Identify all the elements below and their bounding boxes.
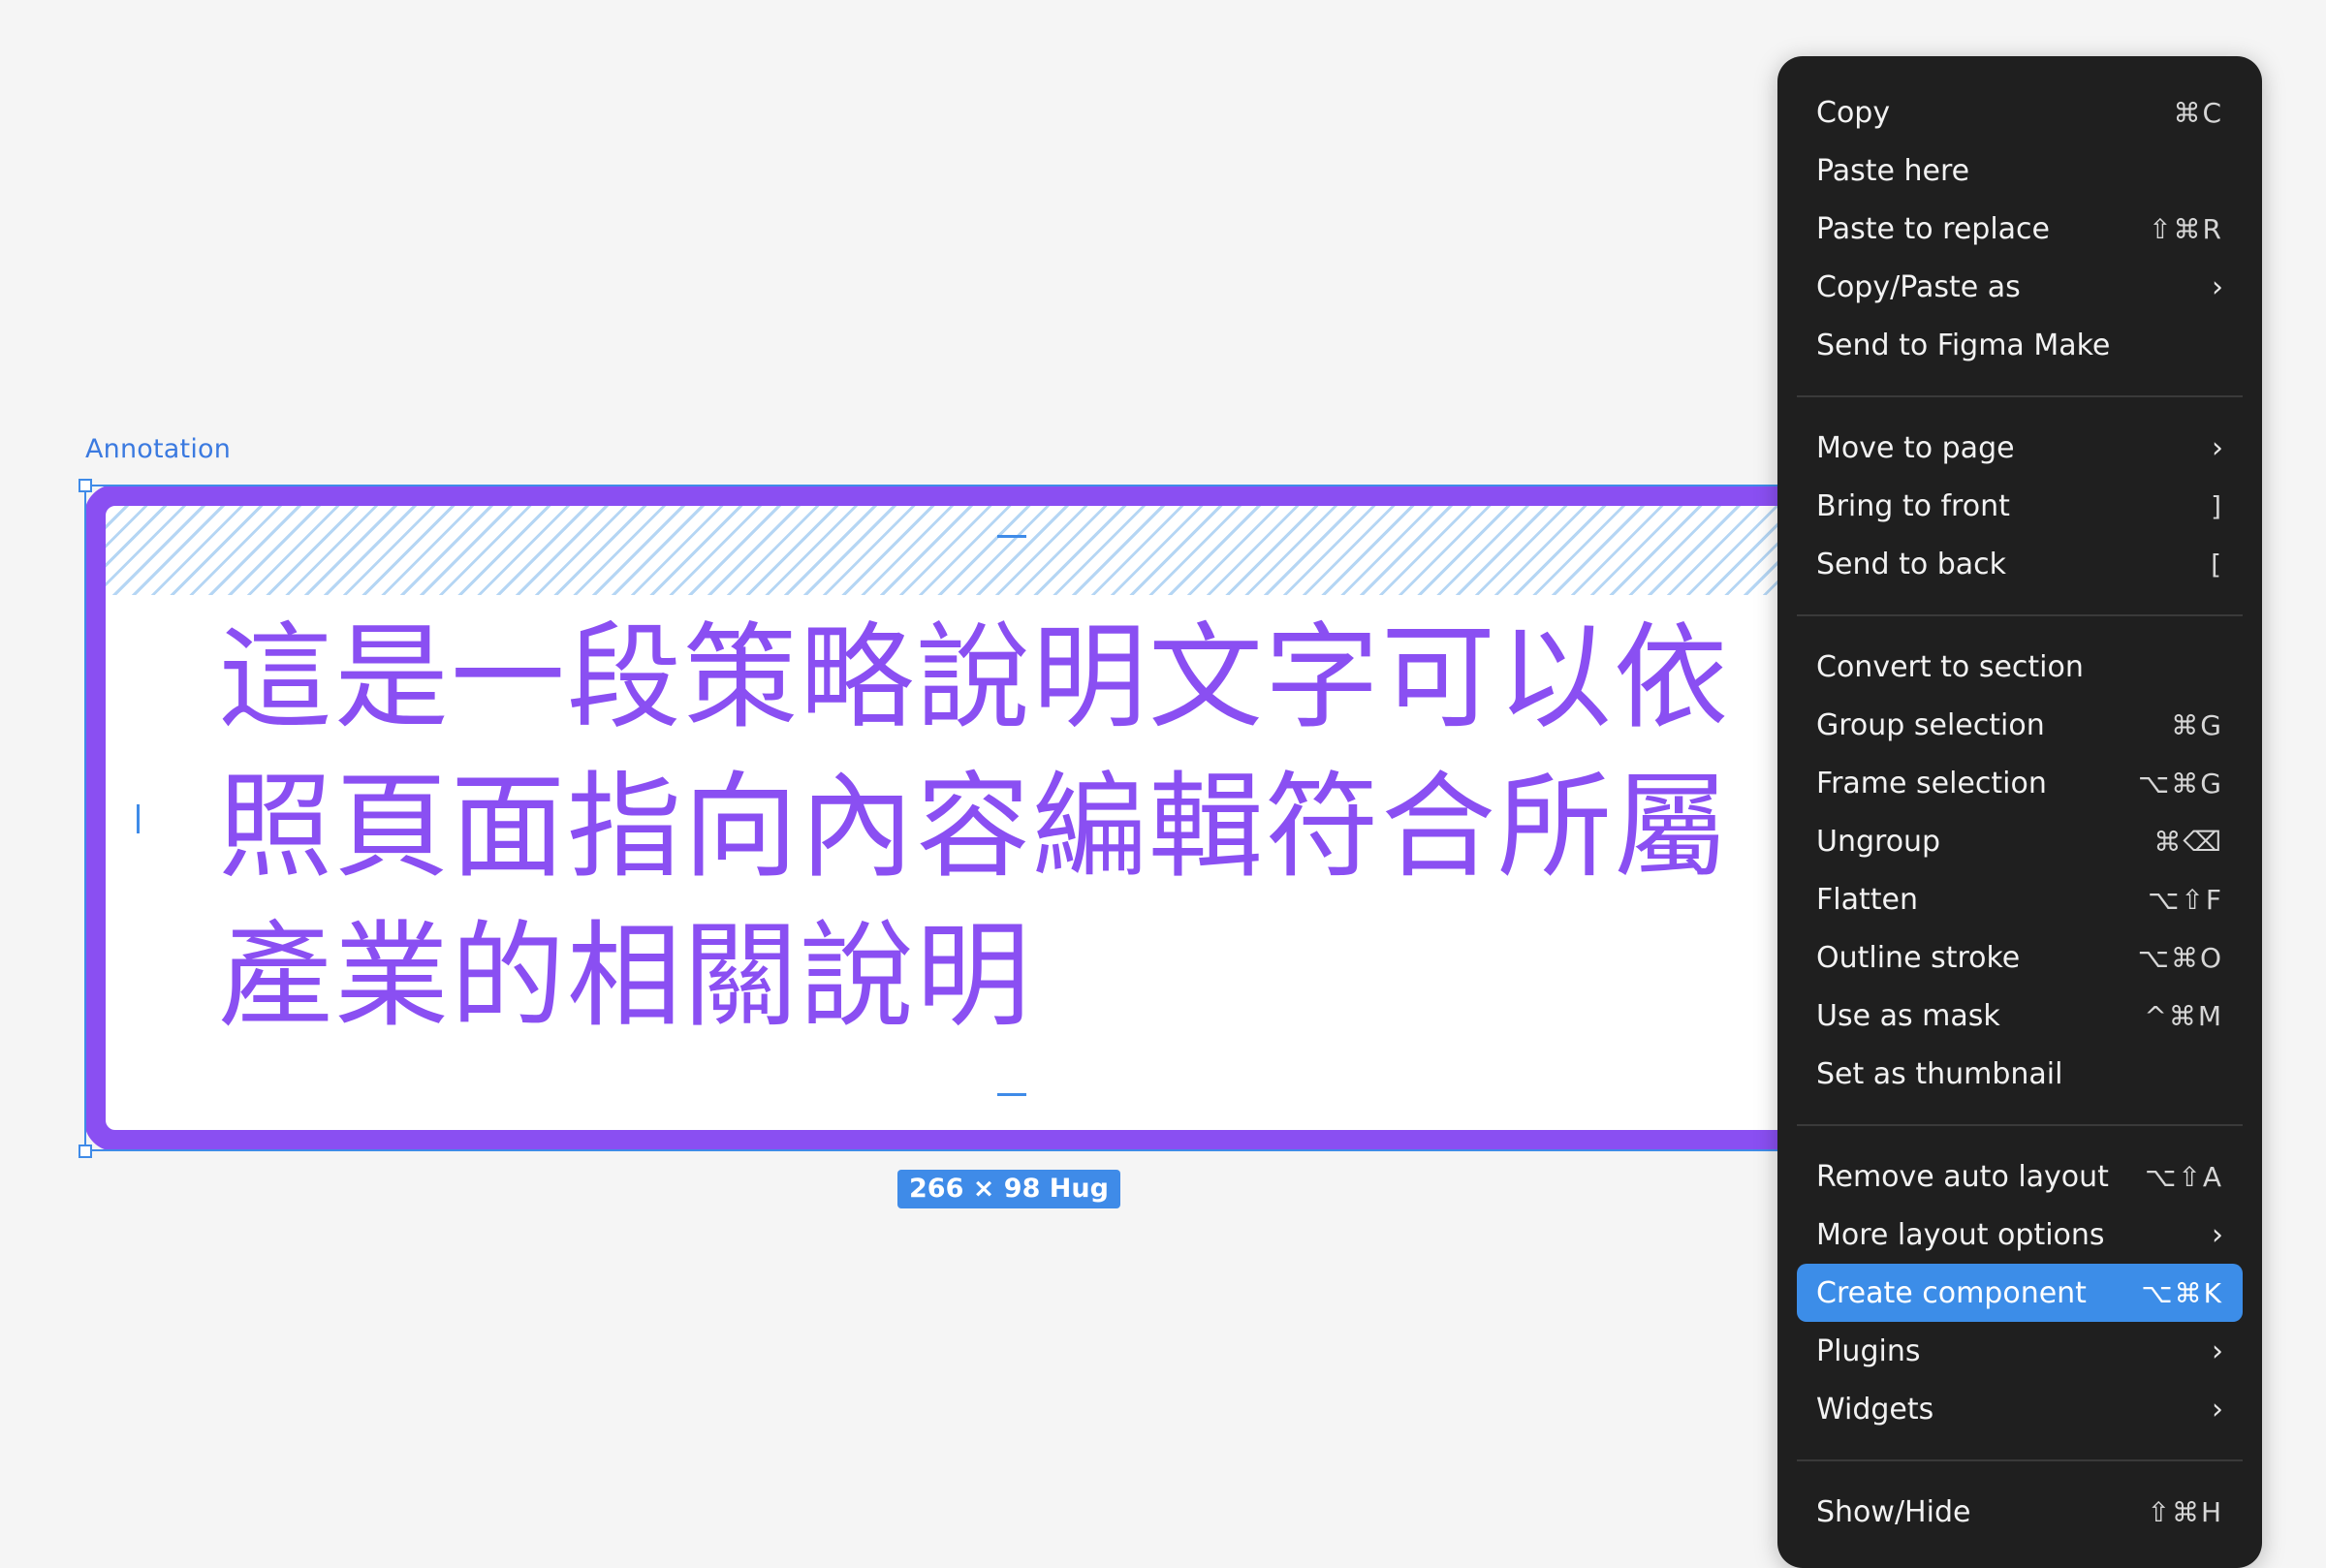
menu-separator [1797,614,2243,616]
menu-item-paste-to-replace[interactable]: Paste to replace ⇧⌘R [1797,200,2243,258]
shortcut-label: ] [2211,489,2223,522]
menu-item-flatten[interactable]: Flatten ⌥⇧F [1797,870,2243,928]
padding-handle-left[interactable] [137,804,140,833]
menu-item-ungroup[interactable]: Ungroup ⌘⌫ [1797,812,2243,870]
menu-item-label: Paste to replace [1816,211,2051,246]
shortcut-label: ⌥⇧F [2148,883,2223,916]
menu-item-send-to-figma-make[interactable]: Send to Figma Make [1797,316,2243,374]
menu-separator [1797,1459,2243,1461]
resize-handle-top-left[interactable] [79,479,92,492]
menu-item-set-as-thumbnail[interactable]: Set as thumbnail [1797,1045,2243,1103]
menu-item-bring-to-front[interactable]: Bring to front ] [1797,477,2243,535]
menu-separator [1797,395,2243,397]
menu-item-label: Bring to front [1816,488,2010,523]
menu-item-use-as-mask[interactable]: Use as mask ^⌘M [1797,987,2243,1045]
menu-item-create-component[interactable]: Create component ⌥⌘K [1797,1264,2243,1322]
menu-item-label: Plugins [1816,1333,1921,1368]
menu-item-label: Ungroup [1816,824,1941,859]
annotation-text[interactable]: 這是一段策略說明文字可以依照頁面指向內容編輯符合所屬產業的相關說明 [218,603,1788,1051]
menu-item-label: Use as mask [1816,998,2000,1033]
frame-name-label[interactable]: Annotation [85,434,231,464]
menu-item-label: Frame selection [1816,766,2047,800]
menu-separator [1797,1124,2243,1126]
menu-item-label: Copy [1816,95,1891,130]
chevron-right-icon: › [2212,430,2223,465]
padding-handle-top[interactable] [997,535,1026,538]
menu-item-widgets[interactable]: Widgets › [1797,1380,2243,1438]
menu-item-plugins[interactable]: Plugins › [1797,1322,2243,1380]
menu-item-label: Move to page [1816,430,2015,465]
menu-item-remove-auto-layout[interactable]: Remove auto layout ⌥⇧A [1797,1147,2243,1206]
menu-item-more-layout-options[interactable]: More layout options › [1797,1206,2243,1264]
menu-item-label: Set as thumbnail [1816,1056,2063,1091]
shortcut-label: ^⌘M [2144,999,2223,1032]
menu-item-label: Send to back [1816,547,2007,581]
menu-item-convert-to-section[interactable]: Convert to section [1797,638,2243,696]
shortcut-label: ⌥⇧A [2145,1160,2223,1193]
menu-item-label: Paste here [1816,153,1970,188]
menu-item-label: Flatten [1816,882,1918,917]
menu-item-label: Show/Hide [1816,1494,1971,1529]
menu-item-label: Send to Figma Make [1816,328,2111,362]
shortcut-label: [ [2211,548,2223,580]
shortcut-label: ⇧⌘R [2149,212,2223,245]
menu-item-copy[interactable]: Copy ⌘C [1797,83,2243,141]
shortcut-label: ⌘G [2171,708,2223,741]
chevron-right-icon: › [2212,1333,2223,1368]
menu-item-frame-selection[interactable]: Frame selection ⌥⌘G [1797,754,2243,812]
shortcut-label: ⌘⌫ [2153,825,2223,858]
menu-item-label: Create component [1816,1275,2087,1310]
size-badge: 266 × 98 Hug [897,1170,1120,1208]
annotation-frame[interactable]: 這是一段策略說明文字可以依照頁面指向內容編輯符合所屬產業的相關說明 [84,485,1926,1151]
menu-item-paste-here[interactable]: Paste here [1797,141,2243,200]
menu-item-group-selection[interactable]: Group selection ⌘G [1797,696,2243,754]
menu-item-label: Convert to section [1816,649,2084,684]
shortcut-label: ⌘C [2173,96,2223,129]
menu-item-label: Outline stroke [1816,940,2021,975]
menu-item-show-hide[interactable]: Show/Hide ⇧⌘H [1797,1483,2243,1541]
menu-item-outline-stroke[interactable]: Outline stroke ⌥⌘O [1797,928,2243,987]
menu-item-move-to-page[interactable]: Move to page › [1797,419,2243,477]
chevron-right-icon: › [2212,1217,2223,1252]
shortcut-label: ⌥⌘K [2141,1276,2223,1309]
menu-item-send-to-back[interactable]: Send to back [ [1797,535,2243,593]
menu-item-label: Widgets [1816,1392,1934,1427]
chevron-right-icon: › [2212,269,2223,304]
resize-handle-bottom-left[interactable] [79,1145,92,1158]
menu-item-copy-paste-as[interactable]: Copy/Paste as › [1797,258,2243,316]
chevron-right-icon: › [2212,1392,2223,1427]
shortcut-label: ⇧⌘H [2147,1495,2223,1528]
menu-item-label: Group selection [1816,707,2045,742]
shortcut-label: ⌥⌘O [2137,941,2223,974]
padding-indicator [106,506,1904,595]
menu-item-label: Remove auto layout [1816,1159,2109,1194]
context-menu: Copy ⌘C Paste here Paste to replace ⇧⌘R … [1777,56,2262,1568]
menu-item-label: Copy/Paste as [1816,269,2021,304]
shortcut-label: ⌥⌘G [2138,767,2223,800]
padding-handle-bottom[interactable] [997,1093,1026,1096]
menu-item-label: More layout options [1816,1217,2105,1252]
